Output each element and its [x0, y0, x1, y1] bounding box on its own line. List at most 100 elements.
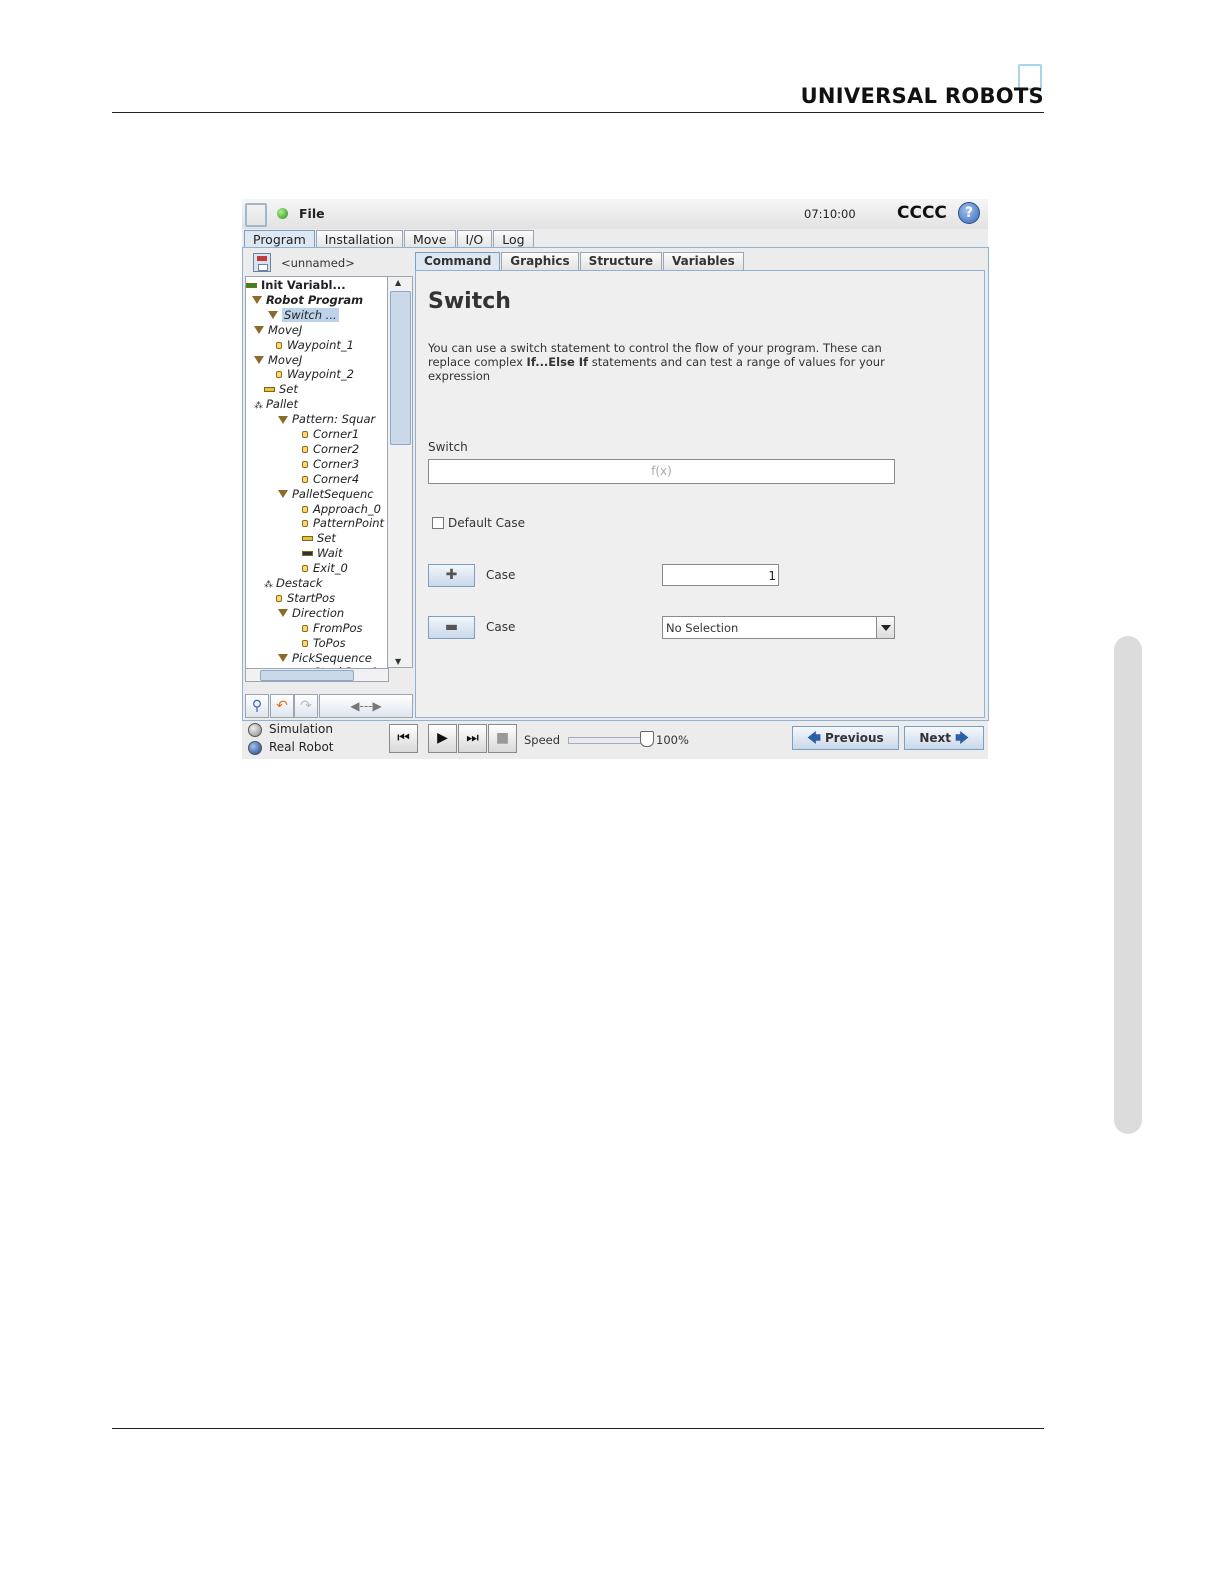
tree-vertical-scrollbar[interactable]: ▲ ▼ [387, 276, 413, 668]
tab-structure[interactable]: Structure [579, 252, 662, 270]
tree-node[interactable]: Set [302, 531, 336, 546]
clock: 07:10:00 [804, 207, 856, 221]
tree-node[interactable]: Exit_0 [302, 561, 348, 576]
tree-node-label: Waypoint_1 [287, 337, 354, 352]
robot-name: CCCC [897, 203, 947, 223]
tree-node-label: Set [317, 531, 336, 546]
tree-node-label: MoveJ [268, 322, 303, 337]
tab-installation[interactable]: Installation [315, 230, 403, 248]
arrow-left-icon: 🡄 [807, 731, 821, 746]
scroll-thumb-horizontal[interactable] [260, 670, 354, 681]
program-file-row: <unnamed> [245, 250, 412, 274]
tree-node[interactable]: Corner4 [302, 472, 359, 487]
tree-node[interactable]: ToPos [302, 636, 346, 651]
tree-node[interactable]: Corner1 [302, 427, 359, 442]
search-icon[interactable]: ⚲ [245, 694, 269, 718]
undo-icon[interactable]: ↶ [270, 694, 294, 718]
tree-node[interactable]: ⁂ Pallet [254, 397, 298, 412]
pallet-icon: ⁂ [254, 401, 263, 412]
tree-node[interactable]: PalletSequenc [278, 487, 374, 502]
sub-tabs: Command Graphics Structure Variables [415, 252, 745, 270]
arrow-right-icon: 🡆 [955, 731, 969, 746]
tree-node[interactable]: Corner3 [302, 457, 359, 472]
scroll-thumb[interactable] [390, 291, 411, 445]
tree-node[interactable]: Wait [302, 546, 343, 561]
tree-node[interactable]: Pattern: Squar [278, 412, 375, 427]
tab-move[interactable]: Move [403, 230, 456, 248]
tree-node-label: Init Variabl... [261, 278, 346, 292]
scroll-down-icon[interactable]: ▼ [395, 657, 401, 666]
speed-slider-track[interactable] [568, 737, 650, 744]
previous-button[interactable]: 🡄 Previous [792, 726, 899, 750]
waypoint-icon [302, 505, 308, 513]
simulation-radio[interactable] [248, 723, 262, 737]
tree-node[interactable]: FromPos [302, 621, 363, 636]
program-tree[interactable]: Init Variabl... Robot Program Switch ... Mo… [245, 276, 389, 682]
tree-node[interactable]: ⁂ Destack [264, 576, 322, 591]
tree-node-label: Approach_0 [313, 501, 381, 516]
step-icon[interactable]: ⏭ [458, 724, 487, 753]
description-bold: If...Else If [526, 355, 589, 369]
tree-node[interactable]: Waypoint_2 [276, 367, 354, 382]
command-content: Switch You can use a switch statement to… [415, 270, 985, 718]
waypoint-icon [302, 520, 308, 528]
tree-node[interactable]: PatternPoint [302, 516, 384, 531]
tree-node[interactable]: MoveJ [254, 323, 302, 338]
tree-node[interactable]: Approach_0 [302, 502, 381, 517]
chevron-down-icon[interactable] [876, 617, 894, 638]
tree-node-label: Direction [292, 605, 345, 620]
tree-node-label: StartPos [287, 590, 336, 605]
folder-triangle-icon [278, 415, 288, 424]
default-case-checkbox[interactable] [432, 517, 444, 529]
tree-node[interactable]: PickSequence [278, 651, 372, 666]
case-value-field[interactable]: 1 [662, 564, 779, 586]
brand-name: UNIVERSAL ROBOTS [800, 84, 1044, 108]
stop-icon[interactable]: ■ [488, 724, 517, 753]
pallet-icon: ⁂ [264, 580, 273, 590]
tree-node[interactable]: MoveJ [254, 353, 302, 368]
tab-program[interactable]: Program [244, 230, 315, 248]
move-node-arrows-icon[interactable]: ◀---▶ [319, 694, 413, 718]
speed-slider-knob[interactable] [640, 731, 654, 747]
footer-rule [112, 1428, 1044, 1429]
tree-node[interactable]: Direction [278, 606, 344, 621]
help-icon[interactable]: ? [958, 202, 980, 224]
remove-case-button[interactable]: ▬ [428, 616, 475, 639]
rewind-icon[interactable]: ⏮ [389, 724, 418, 753]
tab-log[interactable]: Log [493, 230, 534, 248]
ur-logo-icon [245, 203, 267, 227]
tree-node[interactable]: Switch ... [268, 307, 339, 323]
tree-node[interactable]: Robot Program [252, 293, 363, 308]
next-button[interactable]: Next 🡆 [904, 726, 984, 750]
file-menu[interactable]: File [299, 206, 325, 221]
real-robot-radio[interactable] [248, 741, 262, 755]
waypoint-icon [302, 475, 308, 483]
save-icon[interactable] [253, 253, 271, 272]
redo-icon[interactable]: ↷ [294, 694, 318, 718]
tree-node-label: Corner3 [313, 456, 360, 471]
tree-node-label: Corner2 [313, 441, 360, 456]
tab-graphics[interactable]: Graphics [501, 252, 579, 270]
case-label-2: Case [486, 620, 516, 634]
add-case-button[interactable]: ✚ [428, 564, 475, 587]
tree-node[interactable]: Set [264, 382, 298, 397]
tree-node[interactable]: Waypoint_1 [276, 338, 354, 353]
tab-variables[interactable]: Variables [662, 252, 744, 270]
play-icon[interactable]: ▶ [428, 724, 457, 753]
simulation-label: Simulation [269, 722, 333, 736]
tab-command[interactable]: Command [415, 252, 501, 270]
tree-horizontal-scrollbar[interactable] [245, 668, 389, 682]
folder-triangle-icon [252, 296, 262, 305]
switch-expression-field[interactable]: f(x) [428, 459, 895, 484]
tree-node[interactable]: Corner2 [302, 442, 359, 457]
tab-io[interactable]: I/O [456, 230, 493, 248]
case-select-value: No Selection [666, 621, 739, 635]
tree-node[interactable]: StartPos [276, 591, 335, 606]
folder-triangle-icon [278, 490, 288, 499]
program-frame: <unnamed> Init Variabl... Robot Program Sw… [242, 247, 989, 721]
tree-node[interactable]: Init Variabl... [246, 278, 346, 293]
robot-status-icon [277, 208, 288, 219]
set-icon [264, 387, 275, 393]
case-select-dropdown[interactable]: No Selection [662, 616, 895, 639]
scroll-up-icon[interactable]: ▲ [395, 278, 401, 287]
